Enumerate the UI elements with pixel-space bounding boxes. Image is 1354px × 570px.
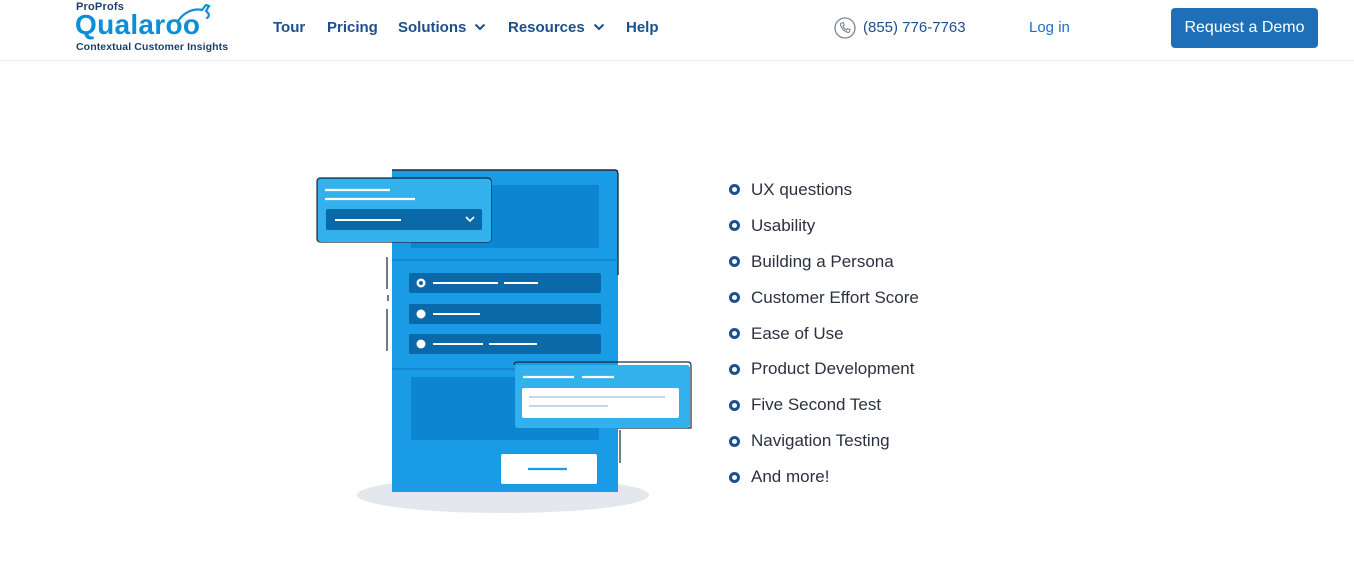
feature-item: Ease of Use xyxy=(729,316,919,352)
nav-help-label: Help xyxy=(626,19,659,36)
feature-label: Five Second Test xyxy=(751,395,882,415)
bullet-icon xyxy=(729,292,740,304)
phone-link[interactable]: (855) 776-7763 xyxy=(834,17,966,39)
feature-item: And more! xyxy=(729,459,919,495)
bullet-icon xyxy=(729,220,740,232)
nav-solutions[interactable]: Solutions xyxy=(398,18,486,38)
nav-help[interactable]: Help xyxy=(626,18,659,38)
feature-label: Usability xyxy=(751,215,816,235)
bullet-icon xyxy=(729,256,740,268)
feature-label: UX questions xyxy=(751,179,853,199)
bullet-icon xyxy=(729,435,740,447)
feature-label: Customer Effort Score xyxy=(751,287,919,307)
feature-item: Customer Effort Score xyxy=(729,280,919,316)
feature-item: Building a Persona xyxy=(729,244,919,280)
feature-item: Navigation Testing xyxy=(729,423,919,459)
survey-illustration xyxy=(316,169,692,513)
nav-tour[interactable]: Tour xyxy=(273,18,305,38)
nav-pricing[interactable]: Pricing xyxy=(327,18,378,38)
kangaroo-icon xyxy=(176,3,211,23)
chevron-down-icon xyxy=(475,23,486,30)
bullet-icon xyxy=(729,399,740,411)
nav-pricing-label: Pricing xyxy=(327,19,378,36)
chevron-down-icon xyxy=(593,23,604,30)
logo-tagline: Contextual Customer Insights xyxy=(76,41,229,53)
bullet-icon xyxy=(729,471,740,483)
qualaroo-logo[interactable]: ProProfs Qualaroo Contextual Customer In… xyxy=(75,0,229,56)
phone-icon xyxy=(834,17,856,39)
feature-item: UX questions xyxy=(729,172,919,208)
feature-label: Product Development xyxy=(751,359,915,379)
login-link[interactable]: Log in xyxy=(1029,18,1070,38)
feature-list: UX questions Usability Building a Person… xyxy=(729,172,919,495)
feature-label: Ease of Use xyxy=(751,323,844,343)
nav-solutions-label: Solutions xyxy=(398,19,467,36)
nav-resources[interactable]: Resources xyxy=(508,18,605,38)
feature-label: Building a Persona xyxy=(751,251,894,271)
site-header: ProProfs Qualaroo Contextual Customer In… xyxy=(0,0,1354,61)
nav-resources-label: Resources xyxy=(508,19,585,36)
request-demo-button[interactable]: Request a Demo xyxy=(1171,8,1318,48)
feature-item: Usability xyxy=(729,208,919,244)
feature-item: Product Development xyxy=(729,351,919,387)
bullet-icon xyxy=(729,328,740,339)
feature-item: Five Second Test xyxy=(729,387,919,423)
phone-number: (855) 776-7763 xyxy=(863,19,966,36)
bullet-icon xyxy=(729,363,740,375)
bullet-icon xyxy=(729,184,740,196)
nav-tour-label: Tour xyxy=(273,19,306,36)
feature-label: Navigation Testing xyxy=(751,431,890,451)
feature-label: And more! xyxy=(751,467,830,487)
